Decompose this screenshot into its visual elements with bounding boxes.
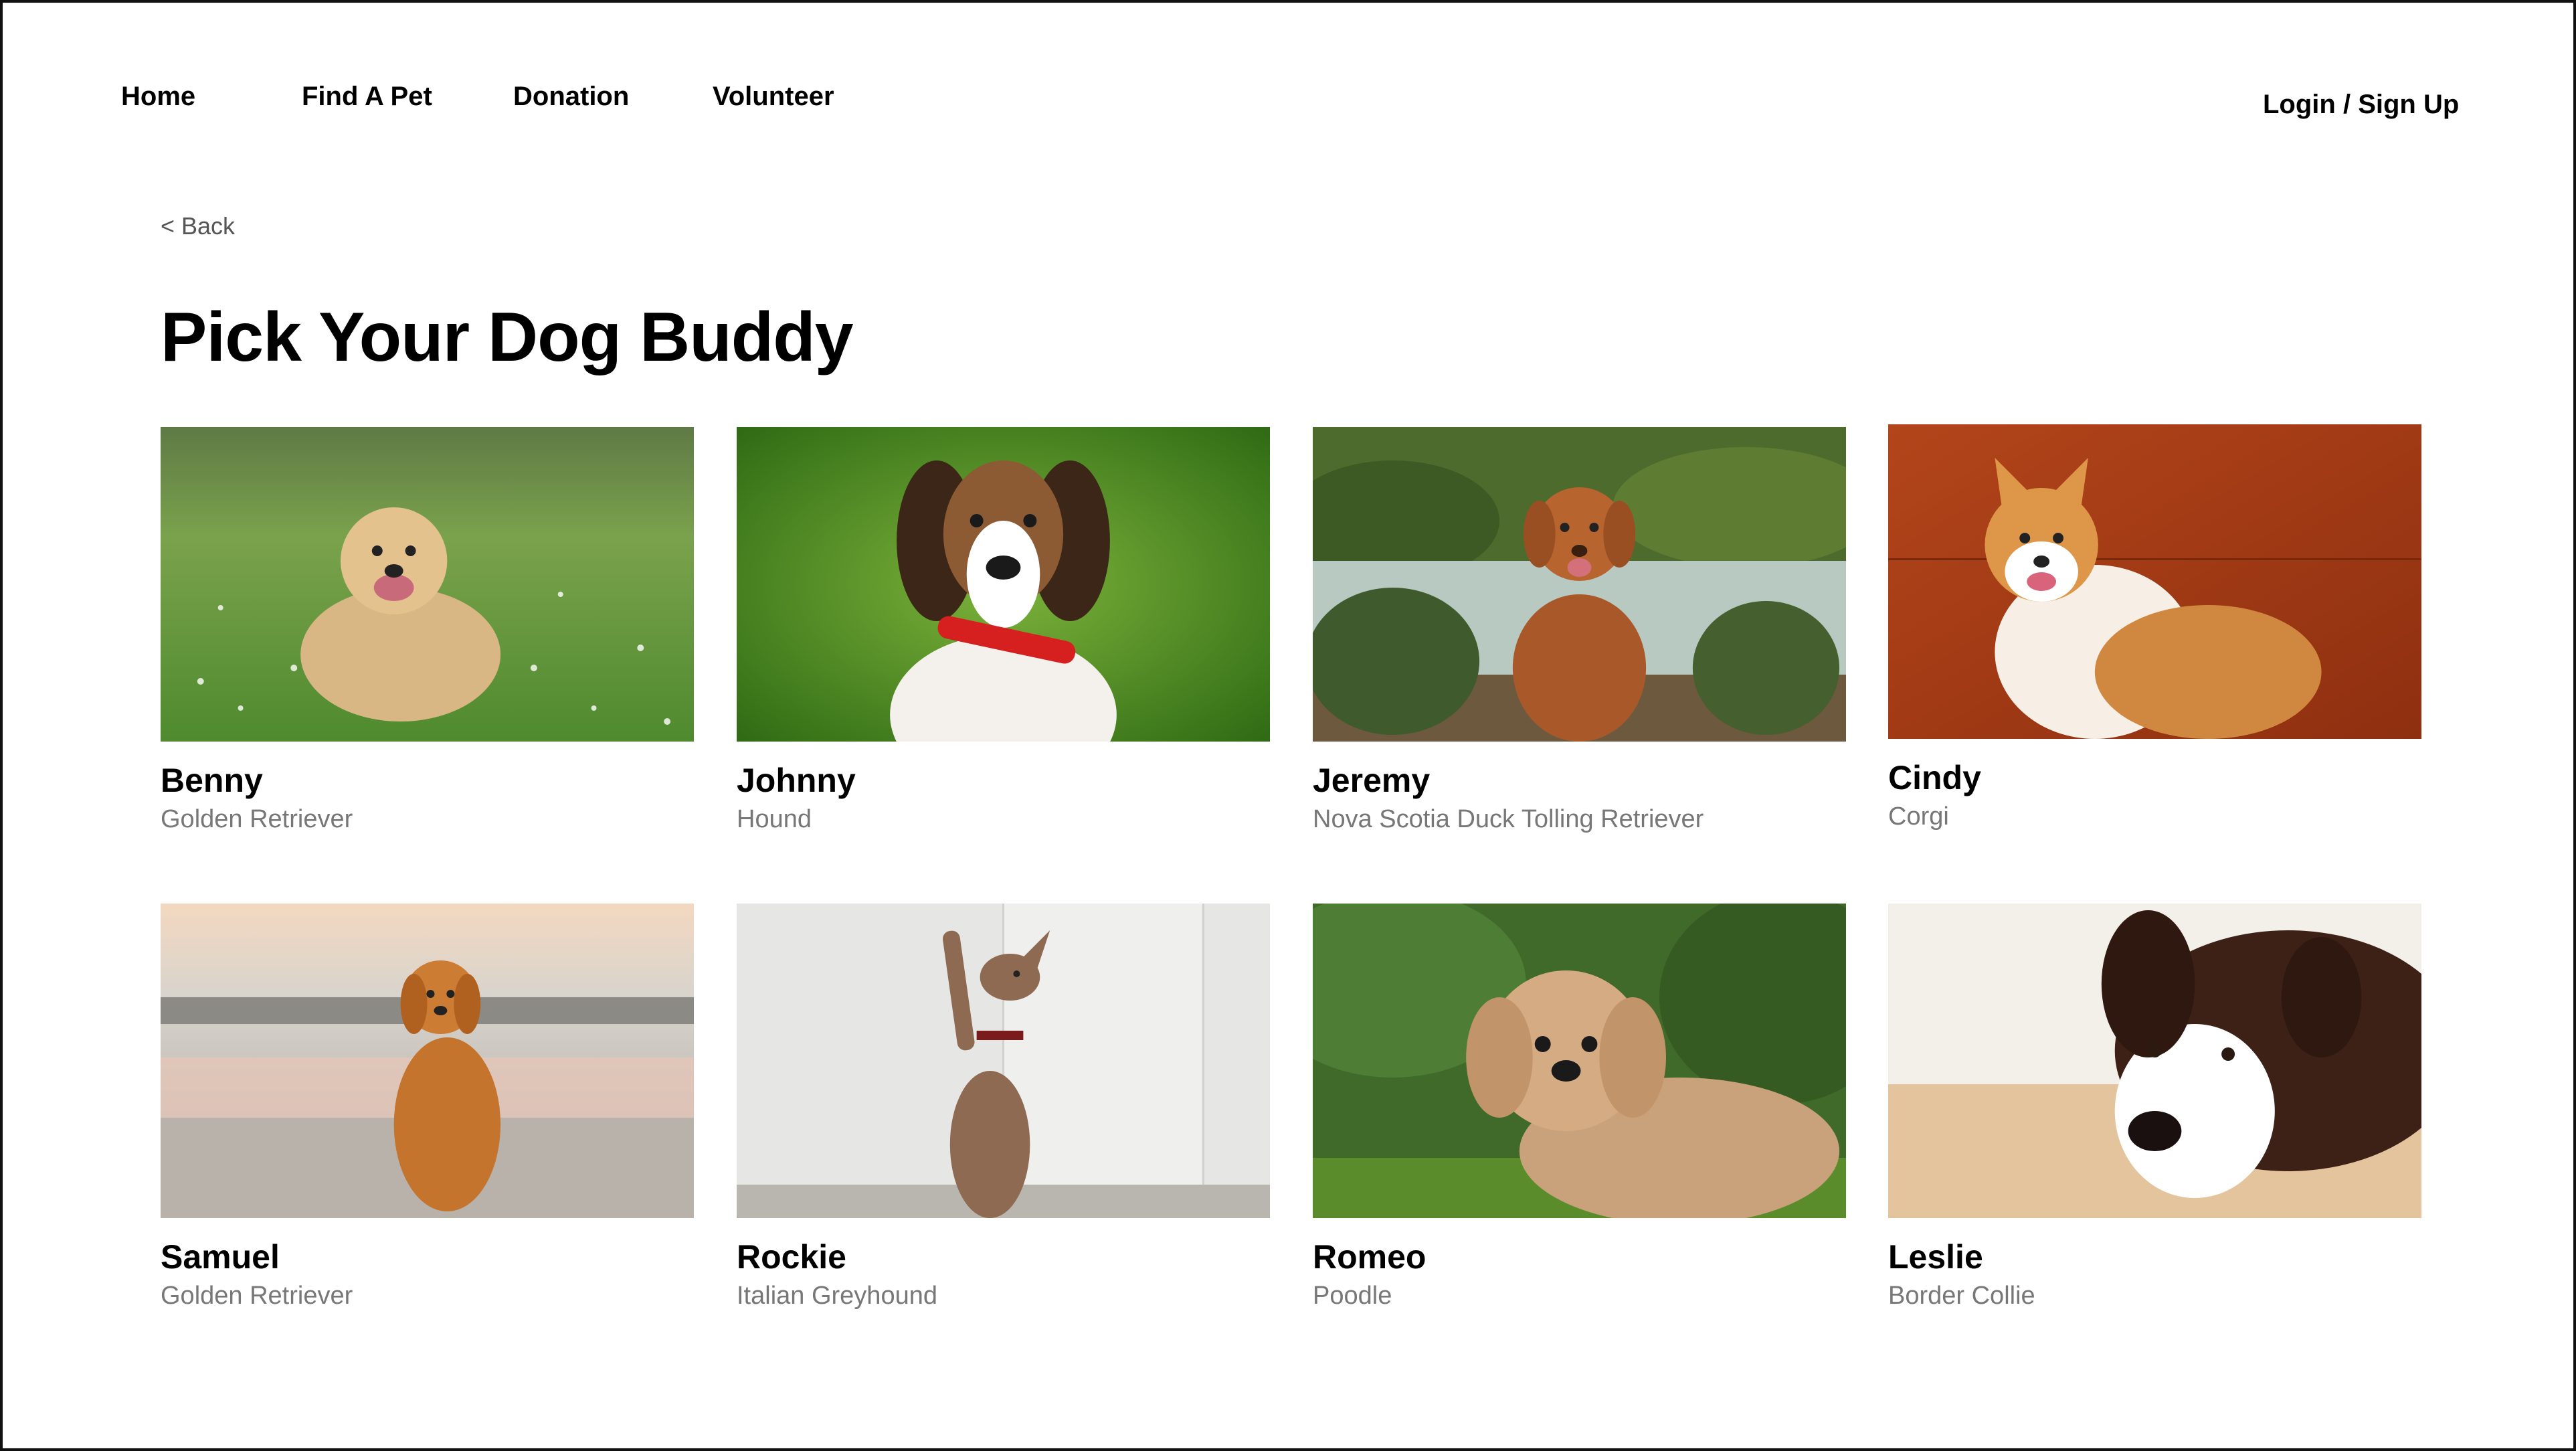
pet-photo-rockie[interactable] — [737, 904, 1270, 1218]
pet-photo-jeremy[interactable] — [1313, 427, 1846, 742]
pet-breed: Poodle — [1313, 1282, 1392, 1310]
pet-breed: Golden Retriever — [161, 805, 353, 833]
pet-photo-cindy[interactable] — [1888, 424, 2421, 739]
pet-photo-leslie[interactable] — [1888, 904, 2421, 1218]
pet-photo-romeo[interactable] — [1313, 904, 1846, 1218]
pet-name: Leslie — [1888, 1238, 1983, 1276]
pet-breed: Hound — [737, 805, 812, 833]
pet-photo-samuel[interactable] — [161, 904, 694, 1218]
pet-card-jeremy[interactable]: Jeremy Nova Scotia Duck Tolling Retrieve… — [1313, 427, 1846, 835]
login-signup-link[interactable]: Login / Sign Up — [2263, 84, 2459, 124]
app-frame: Home Find A Pet Donation Volunteer Login… — [0, 0, 2576, 1451]
pet-name: Samuel — [161, 1238, 280, 1276]
pet-card-benny[interactable]: Benny Golden Retriever — [161, 427, 694, 835]
nav-find-a-pet[interactable]: Find A Pet — [302, 76, 432, 116]
pet-photo-benny[interactable] — [161, 427, 694, 742]
pet-card-johnny[interactable]: Johnny Hound — [737, 427, 1270, 835]
back-link[interactable]: < Back — [161, 210, 235, 242]
pet-card-samuel[interactable]: Samuel Golden Retriever — [161, 904, 694, 1312]
pet-breed: Golden Retriever — [161, 1282, 353, 1310]
pet-name: Cindy — [1888, 759, 1981, 796]
nav-donation[interactable]: Donation — [513, 76, 629, 116]
pet-name: Benny — [161, 762, 263, 799]
page-title: Pick Your Dog Buddy — [161, 298, 854, 376]
pet-name: Romeo — [1313, 1238, 1427, 1276]
pet-breed: Nova Scotia Duck Tolling Retriever — [1313, 805, 1704, 833]
pet-breed: Corgi — [1888, 802, 1949, 831]
pet-name: Johnny — [737, 762, 856, 799]
top-nav: Home Find A Pet Donation Volunteer Login… — [3, 76, 2573, 119]
nav-home[interactable]: Home — [121, 76, 195, 116]
pet-name: Jeremy — [1313, 762, 1431, 799]
pet-breed: Border Collie — [1888, 1282, 2035, 1310]
pet-breed: Italian Greyhound — [737, 1282, 937, 1310]
pet-name: Rockie — [737, 1238, 846, 1276]
pet-card-romeo[interactable]: Romeo Poodle — [1313, 904, 1846, 1312]
pet-photo-johnny[interactable] — [737, 427, 1270, 742]
pet-card-cindy[interactable]: Cindy Corgi — [1888, 424, 2421, 833]
nav-volunteer[interactable]: Volunteer — [713, 76, 834, 116]
pet-card-rockie[interactable]: Rockie Italian Greyhound — [737, 904, 1270, 1312]
pet-card-leslie[interactable]: Leslie Border Collie — [1888, 904, 2421, 1312]
